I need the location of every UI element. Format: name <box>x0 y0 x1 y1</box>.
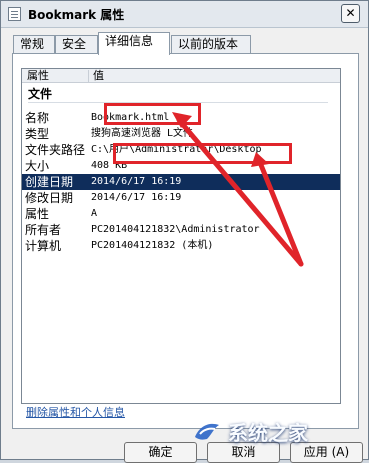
name-highlight-box <box>104 103 201 125</box>
path-highlight-box <box>113 143 292 164</box>
column-divider[interactable] <box>88 70 89 82</box>
list-header: 属性 值 <box>22 69 340 83</box>
row-value: A <box>91 208 98 219</box>
detail-row-modified-date[interactable]: 修改日期 2014/6/17 16:19 <box>22 190 340 206</box>
row-label: 文件夹路径 <box>25 143 86 157</box>
window-title: Bookmark 属性 <box>28 8 125 22</box>
row-label: 属性 <box>25 207 50 221</box>
close-button[interactable]: ✕ <box>341 4 360 23</box>
remove-properties-link[interactable]: 删除属性和个人信息 <box>26 404 125 420</box>
file-group-label: 文件 <box>28 87 53 101</box>
detail-row-owner[interactable]: 所有者 PC201404121832\Administrator <box>22 222 340 238</box>
row-value: PC201404121832\Administrator <box>91 224 260 235</box>
details-panel: 属性 值 文件 名称 Bookmark.html 类型 搜狗高速浏览器 L文件 … <box>12 53 359 429</box>
tab-details[interactable]: 详细信息 <box>98 32 170 55</box>
watermark-logo-icon <box>195 423 219 440</box>
row-label: 名称 <box>25 111 50 125</box>
row-value: PC201404121832 (本机) <box>91 240 214 251</box>
watermark-text: 系统之家 <box>228 421 308 445</box>
row-label: 大小 <box>25 159 50 173</box>
details-list[interactable]: 属性 值 文件 名称 Bookmark.html 类型 搜狗高速浏览器 L文件 … <box>21 68 341 404</box>
row-value: 搜狗高速浏览器 L文件 <box>91 128 194 139</box>
row-label: 创建日期 <box>25 175 74 189</box>
detail-row-computer[interactable]: 计算机 PC201404121832 (本机) <box>22 238 340 254</box>
site-watermark: 系统之家 <box>188 417 360 447</box>
detail-row-created-date[interactable]: 创建日期 2014/6/17 16:19 <box>22 174 340 190</box>
value-column-header[interactable]: 值 <box>93 69 104 83</box>
row-value: 2014/6/17 16:19 <box>91 176 182 187</box>
tab-security[interactable]: 安全 <box>55 35 98 54</box>
file-icon <box>8 7 21 21</box>
detail-row-attributes[interactable]: 属性 A <box>22 206 340 222</box>
title-bar[interactable]: Bookmark 属性 ✕ <box>1 1 368 28</box>
row-label: 计算机 <box>25 239 62 253</box>
row-value: 2014/6/17 16:19 <box>91 192 182 203</box>
tab-previous-versions[interactable]: 以前的版本 <box>171 35 251 54</box>
properties-window: Bookmark 属性 ✕ 常规 安全 详细信息 以前的版本 属性 值 文件 名… <box>0 0 369 463</box>
tab-general[interactable]: 常规 <box>13 35 55 54</box>
row-label: 类型 <box>25 127 50 141</box>
detail-row-type[interactable]: 类型 搜狗高速浏览器 L文件 <box>22 126 340 142</box>
property-column-header[interactable]: 属性 <box>27 69 49 83</box>
row-label: 修改日期 <box>25 191 74 205</box>
row-label: 所有者 <box>25 223 62 237</box>
